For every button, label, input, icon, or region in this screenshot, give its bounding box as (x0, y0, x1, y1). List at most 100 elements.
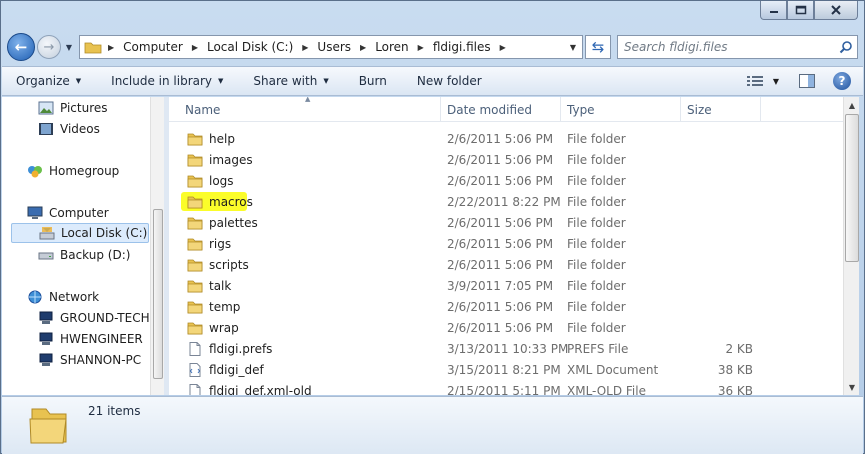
view-options-button[interactable]: ▼ (771, 72, 781, 90)
breadcrumb-arrow-icon[interactable]: ▶ (108, 43, 114, 52)
folder-icon (84, 42, 102, 54)
nav-item-pictures[interactable]: Pictures (38, 98, 108, 118)
change-view-button[interactable] (745, 72, 765, 90)
minimize-icon (769, 11, 778, 13)
chevron-down-icon: ▼ (569, 42, 577, 52)
file-size (687, 128, 753, 149)
file-name-cell[interactable]: fldigi_def.xml-old (187, 380, 437, 395)
column-date-modified[interactable]: Date modified (441, 97, 561, 122)
search-icon[interactable] (835, 40, 857, 54)
file-row[interactable]: palettes 2/6/2011 5:06 PM File folder (169, 212, 843, 233)
network-icon (27, 290, 43, 304)
nav-scrollbar[interactable] (150, 97, 164, 395)
breadcrumb-local-disk[interactable]: Local Disk (C:) (207, 40, 293, 54)
scroll-up-button[interactable]: ▲ (845, 97, 859, 113)
file-row[interactable]: help 2/6/2011 5:06 PM File folder (169, 128, 843, 149)
preview-pane-button[interactable] (797, 72, 817, 90)
column-size[interactable]: Size (681, 97, 761, 122)
file-name-cell[interactable]: help (187, 128, 437, 149)
file-list-scrollbar-thumb[interactable] (845, 114, 859, 262)
include-in-library-button[interactable]: Include in library ▼ (111, 74, 223, 88)
file-name-cell[interactable]: rigs (187, 233, 437, 254)
file-row[interactable]: fldigi.prefs 3/13/2011 10:33 PM PREFS File… (169, 338, 843, 359)
file-name-cell[interactable]: scripts (187, 254, 437, 275)
file-name-cell[interactable]: wrap (187, 317, 437, 338)
file-type: XML-OLD File (567, 383, 646, 396)
maximize-icon (795, 5, 806, 15)
nav-item-homegroup[interactable]: Homegroup (27, 161, 119, 181)
nav-item-hwengineer[interactable]: HWENGINEER (38, 329, 143, 349)
scroll-down-button[interactable]: ▼ (845, 379, 859, 395)
file-list: Name ▲ Date modified Type Size help 2/6/2… (169, 97, 843, 395)
nav-item-local-disk[interactable]: Local Disk (C:) (11, 223, 149, 243)
file-type: File folder (567, 173, 626, 188)
share-with-button[interactable]: Share with ▼ (253, 74, 328, 88)
breadcrumb-users[interactable]: Users (317, 40, 351, 54)
file-row[interactable]: images 2/6/2011 5:06 PM File folder (169, 149, 843, 170)
organize-button[interactable]: Organize ▼ (16, 74, 81, 88)
folder-icon (187, 195, 203, 209)
file-row[interactable]: fldigi_def.xml-old 2/15/2011 5:11 PM XML-O… (169, 380, 843, 395)
back-arrow-icon: ← (14, 38, 28, 56)
nav-item-videos[interactable]: Videos (38, 119, 100, 139)
file-size (687, 296, 753, 317)
nav-item-network[interactable]: Network (27, 287, 99, 307)
nav-item-label: SHANNON-PC (60, 353, 142, 367)
file-name-cell[interactable]: macros (187, 191, 437, 212)
column-type[interactable]: Type (561, 97, 681, 122)
search-input[interactable] (624, 40, 835, 54)
file-row[interactable]: talk 3/9/2011 7:05 PM File folder (169, 275, 843, 296)
file-size (687, 170, 753, 191)
file-name-cell[interactable]: temp (187, 296, 437, 317)
breadcrumb-arrow-icon[interactable]: ▶ (500, 43, 506, 52)
breadcrumb-arrow-icon[interactable]: ▶ (192, 43, 198, 52)
file-name-cell[interactable]: fldigi.prefs (187, 338, 437, 359)
help-icon[interactable]: ? (833, 72, 851, 90)
file-row[interactable]: scripts 2/6/2011 5:06 PM File folder (169, 254, 843, 275)
column-header: Name ▲ Date modified Type Size (169, 97, 843, 122)
file-name-cell[interactable]: palettes (187, 212, 437, 233)
back-button[interactable]: ← (7, 33, 35, 61)
breadcrumb-arrow-icon[interactable]: ▶ (360, 43, 366, 52)
file-row[interactable]: temp 2/6/2011 5:06 PM File folder (169, 296, 843, 317)
address-bar[interactable]: ▶ Computer ▶ Local Disk (C:) ▶ Users ▶ L… (79, 35, 583, 59)
forward-button[interactable]: → (37, 35, 61, 59)
nav-item-label: Pictures (60, 101, 108, 115)
file-list-scrollbar[interactable]: ▲ ▼ (843, 97, 859, 395)
nav-item-shannon-pc[interactable]: SHANNON-PC (38, 350, 141, 370)
file-name-cell[interactable]: logs (187, 170, 437, 191)
breadcrumb-arrow-icon[interactable]: ▶ (302, 43, 308, 52)
breadcrumb-computer[interactable]: Computer (123, 40, 183, 54)
close-button[interactable] (814, 1, 858, 20)
file-row[interactable]: macros 2/22/2011 8:22 PM File folder (169, 191, 843, 212)
refresh-button[interactable]: ⇆ (585, 35, 611, 59)
file-name-cell[interactable]: talk (187, 275, 437, 296)
caption-buttons (760, 1, 858, 20)
file-size (687, 212, 753, 233)
file-row[interactable]: logs 2/6/2011 5:06 PM File folder (169, 170, 843, 191)
computer-icon (27, 206, 43, 220)
breadcrumb-loren[interactable]: Loren (375, 40, 408, 54)
new-folder-button[interactable]: New folder (417, 74, 482, 88)
file-row[interactable]: fldigi_def 3/15/2011 8:21 PM XML Document 3… (169, 359, 843, 380)
recent-pages-button[interactable]: ▼ (63, 43, 75, 52)
nav-item-computer[interactable]: Computer (27, 203, 109, 223)
nav-item-backup[interactable]: Backup (D:) (38, 245, 130, 265)
nav-scrollbar-thumb[interactable] (153, 209, 163, 379)
breadcrumb-arrow-icon[interactable]: ▶ (418, 43, 424, 52)
explorer-window: ← → ▼ ▶ Computer ▶ Local Disk (C:) ▶ Use… (0, 0, 865, 454)
minimize-button[interactable] (760, 1, 787, 20)
homegroup-icon (27, 164, 43, 178)
file-name-cell[interactable]: images (187, 149, 437, 170)
burn-button[interactable]: Burn (359, 74, 387, 88)
address-dropdown[interactable]: ▼ (564, 36, 582, 58)
nav-item-ground-tech[interactable]: GROUND-TECH (38, 308, 150, 328)
maximize-button[interactable] (787, 1, 814, 20)
refresh-icon: ⇆ (591, 38, 605, 56)
file-row[interactable]: rigs 2/6/2011 5:06 PM File folder (169, 233, 843, 254)
file-row[interactable]: wrap 2/6/2011 5:06 PM File folder (169, 317, 843, 338)
organize-label: Organize (16, 74, 70, 88)
folder-icon (187, 279, 203, 293)
file-name-cell[interactable]: fldigi_def (187, 359, 437, 380)
breadcrumb-fldigi-files[interactable]: fldigi.files (433, 40, 491, 54)
